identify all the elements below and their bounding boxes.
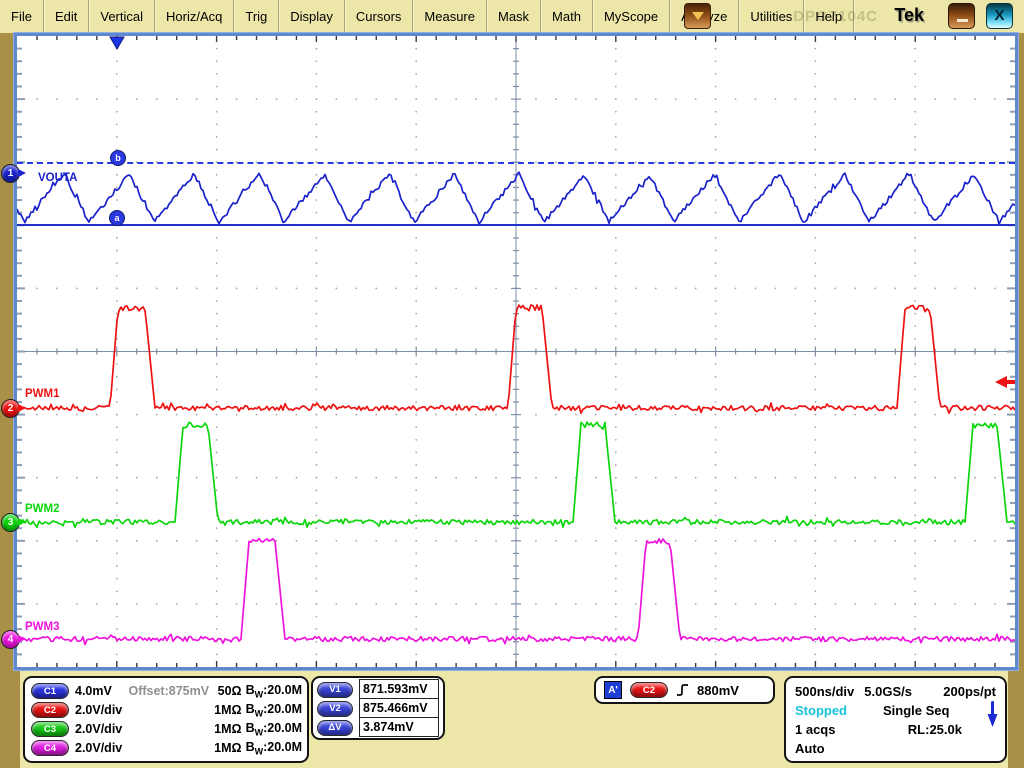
menu-item-cursors[interactable]: Cursors bbox=[345, 0, 414, 32]
minimize-button[interactable] bbox=[948, 3, 975, 29]
channel-marker-1[interactable]: 1 bbox=[1, 164, 20, 183]
menu-overflow-button[interactable] bbox=[684, 3, 711, 29]
cursor-pill-δv[interactable]: ΔV bbox=[317, 720, 353, 736]
waveform-display: VOUTAPWM1PWM2PWM3 ba1234 bbox=[14, 33, 1018, 670]
channel-pill-c2[interactable]: C2 bbox=[31, 702, 69, 718]
cursor-value: 3.874mV bbox=[359, 717, 439, 737]
channel-scale: 2.0V/div bbox=[75, 722, 129, 736]
channel-pill-c4[interactable]: C4 bbox=[31, 740, 69, 756]
channel-marker-arrow bbox=[18, 635, 26, 643]
channel-pill-c3[interactable]: C3 bbox=[31, 721, 69, 737]
resolution: 200ps/pt bbox=[943, 684, 996, 699]
acquisition-status: Stopped bbox=[795, 703, 847, 718]
menu-item-trig[interactable]: Trig bbox=[234, 0, 279, 32]
model-watermark: DPO7104C bbox=[793, 8, 878, 25]
graticule-svg: VOUTA PWM1 PWM2 PWM3 bbox=[17, 36, 1015, 667]
menu-item-file[interactable]: File bbox=[0, 0, 44, 32]
channel-marker-2[interactable]: 2 bbox=[1, 399, 20, 418]
rising-edge-icon bbox=[676, 682, 689, 698]
cursor-a-handle[interactable]: a bbox=[109, 210, 125, 226]
trigger-level-arrow[interactable] bbox=[995, 376, 1015, 388]
acquisition-mode: Single Seq bbox=[883, 703, 949, 718]
cursor-readout-panel[interactable]: V1 871.593mV V2 875.466mV ΔV 3.874mV bbox=[311, 676, 445, 740]
chevron-down-icon bbox=[692, 12, 704, 20]
tek-logo: Tek bbox=[894, 5, 924, 26]
menu-item-mask[interactable]: Mask bbox=[487, 0, 541, 32]
trigger-readout-panel[interactable]: A' C2 880mV bbox=[594, 676, 775, 704]
channel-marker-3[interactable]: 3 bbox=[1, 513, 20, 532]
menu-item-myscope[interactable]: MyScope bbox=[593, 0, 670, 32]
channel-readout-row: C4 2.0V/div 1MΩ BW:20.0M bbox=[31, 739, 302, 757]
waveform-label-vouta: VOUTA bbox=[38, 172, 77, 184]
cursor-readout-row: V1 871.593mV bbox=[317, 680, 439, 699]
channel-impedance: 1MΩ bbox=[209, 703, 242, 717]
waveform-label-pwm3: PWM3 bbox=[25, 621, 60, 633]
channel-bandwidth: BW:20.0M bbox=[246, 721, 302, 738]
cursor-readout-row: ΔV 3.874mV bbox=[317, 718, 439, 737]
cursor-pill-v2[interactable]: V2 bbox=[317, 701, 353, 717]
cursor-readout-row: V2 875.466mV bbox=[317, 699, 439, 718]
channel-impedance: 1MΩ bbox=[209, 722, 242, 736]
cursor-b-handle[interactable]: b bbox=[110, 150, 126, 166]
cursor-value: 871.593mV bbox=[359, 679, 439, 699]
channel-readout-panel[interactable]: C1 4.0mVOffset:875mV50Ω BW:20.0M C2 2.0V/div… bbox=[23, 676, 309, 763]
trigger-source-pill: C2 bbox=[630, 682, 668, 698]
acquisition-count: 1 acqs bbox=[795, 722, 835, 737]
channel-marker-4[interactable]: 4 bbox=[1, 630, 20, 649]
menu-item-math[interactable]: Math bbox=[541, 0, 593, 32]
channel-marker-arrow bbox=[18, 404, 26, 412]
menu-item-measure[interactable]: Measure bbox=[413, 0, 487, 32]
close-button[interactable]: X bbox=[986, 3, 1013, 29]
channel-bandwidth: BW:20.0M bbox=[246, 740, 302, 757]
menu-item-vertical[interactable]: Vertical bbox=[89, 0, 155, 32]
minimize-icon bbox=[957, 19, 968, 22]
channel-scale: 2.0V/div bbox=[75, 703, 129, 717]
trigger-a-badge: A' bbox=[604, 681, 622, 699]
channel-readout-row: C3 2.0V/div 1MΩ BW:20.0M bbox=[31, 720, 302, 738]
channel-marker-arrow bbox=[18, 169, 26, 177]
timebase-scale: 500ns/div bbox=[795, 684, 854, 699]
trigger-position-marker[interactable] bbox=[110, 37, 124, 49]
cursor-value: 875.466mV bbox=[359, 698, 439, 718]
record-length: RL:25.0k bbox=[908, 722, 962, 737]
channel-scale: 2.0V/div bbox=[75, 741, 129, 755]
waveform-label-pwm2: PWM2 bbox=[25, 503, 60, 515]
channel-impedance: 1MΩ bbox=[209, 741, 242, 755]
channel-scale: 4.0mV bbox=[75, 684, 128, 698]
down-arrow-icon bbox=[986, 700, 999, 728]
channel-bandwidth: BW:20.0M bbox=[246, 683, 302, 700]
timebase-panel[interactable]: 500ns/div 5.0GS/s 200ps/pt Stopped Singl… bbox=[784, 676, 1007, 763]
channel-readout-row: C1 4.0mVOffset:875mV50Ω BW:20.0M bbox=[31, 682, 302, 700]
trigger-mode: Auto bbox=[795, 741, 825, 756]
menu-item-edit[interactable]: Edit bbox=[44, 0, 89, 32]
waveform-label-pwm1: PWM1 bbox=[25, 388, 60, 400]
close-icon: X bbox=[994, 7, 1004, 24]
channel-bandwidth: BW:20.0M bbox=[246, 702, 302, 719]
channel-impedance: 50Ω bbox=[209, 684, 241, 698]
tekscope-window: FileEditVerticalHoriz/AcqTrigDisplayCurs… bbox=[0, 0, 1024, 768]
menu-bar: FileEditVerticalHoriz/AcqTrigDisplayCurs… bbox=[0, 0, 1024, 33]
cursor-pill-v1[interactable]: V1 bbox=[317, 682, 353, 698]
menu-item-horiz-acq[interactable]: Horiz/Acq bbox=[155, 0, 234, 32]
channel-marker-arrow bbox=[18, 518, 26, 526]
channel-offset: Offset:875mV bbox=[128, 684, 209, 698]
sample-rate: 5.0GS/s bbox=[864, 684, 912, 699]
channel-pill-c1[interactable]: C1 bbox=[31, 683, 69, 699]
menu-item-display[interactable]: Display bbox=[279, 0, 345, 32]
readout-bar: C1 4.0mVOffset:875mV50Ω BW:20.0M C2 2.0V/div… bbox=[20, 671, 1008, 768]
channel-readout-row: C2 2.0V/div 1MΩ BW:20.0M bbox=[31, 701, 302, 719]
trigger-level-value: 880mV bbox=[697, 683, 739, 698]
